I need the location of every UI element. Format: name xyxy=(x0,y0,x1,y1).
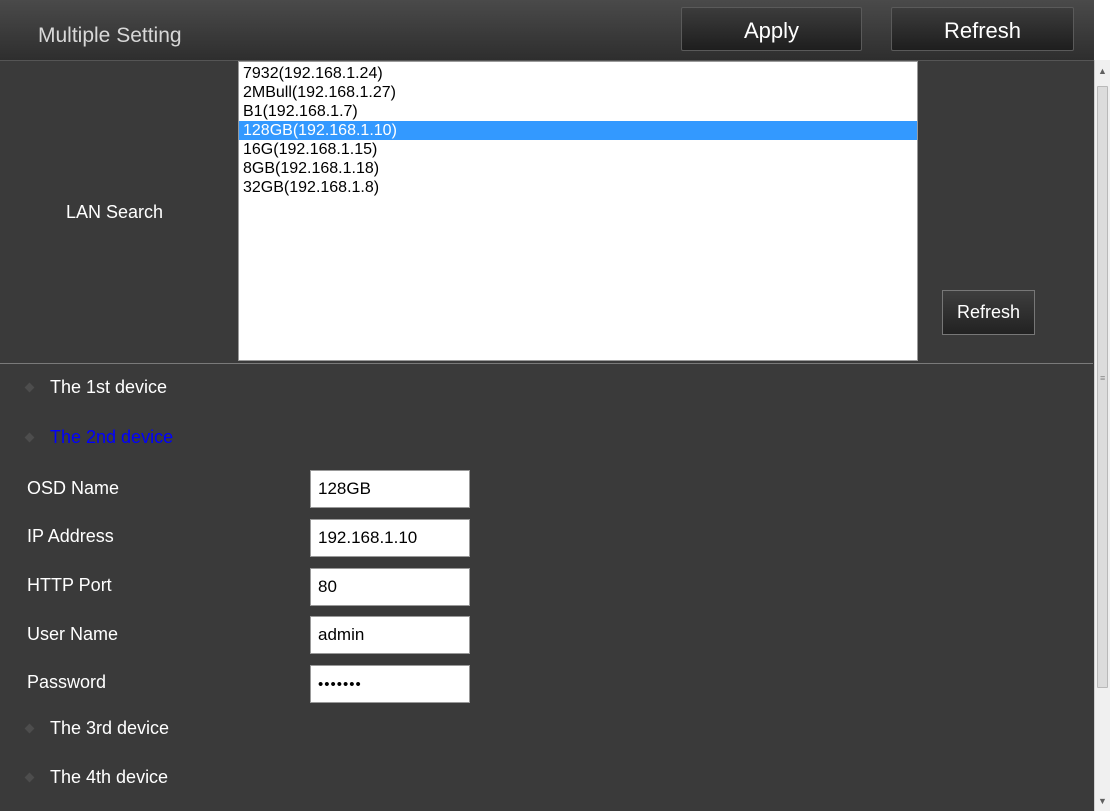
http-port-label: HTTP Port xyxy=(27,575,112,595)
osd-name-input[interactable] xyxy=(310,470,470,508)
user-name-label: User Name xyxy=(27,624,119,644)
device-list[interactable]: 7932(192.168.1.24) 2MBull(192.168.1.27) … xyxy=(238,61,918,361)
device-list-item[interactable]: 7932(192.168.1.24) xyxy=(239,64,917,83)
device-3-label: The 3rd device xyxy=(50,718,170,738)
device-list-item-selected[interactable]: 128GB(192.168.1.10) xyxy=(239,121,917,140)
device-list-item[interactable]: 8GB(192.168.1.18) xyxy=(239,159,917,178)
scrollbar-thumb[interactable]: ≡ xyxy=(1097,86,1108,688)
lan-search-label: LAN Search xyxy=(66,202,164,222)
device-2-label: The 2nd device xyxy=(50,427,174,447)
osd-name-label: OSD Name xyxy=(27,478,120,498)
lan-refresh-button[interactable]: Refresh xyxy=(942,290,1035,335)
page-title: Multiple Setting xyxy=(38,24,182,47)
device-3-header[interactable]: The 3rd device xyxy=(24,718,170,739)
header-refresh-button[interactable]: Refresh xyxy=(891,7,1074,51)
grip-icon: ≡ xyxy=(1100,373,1106,383)
device-1-header[interactable]: The 1st device xyxy=(24,377,168,398)
device-list-item[interactable]: B1(192.168.1.7) xyxy=(239,102,917,121)
device-list-item[interactable]: 2MBull(192.168.1.27) xyxy=(239,83,917,102)
user-name-input[interactable] xyxy=(310,616,470,654)
device-list-item[interactable]: 16G(192.168.1.15) xyxy=(239,140,917,159)
device-4-header[interactable]: The 4th device xyxy=(24,767,169,788)
vertical-scrollbar[interactable]: ▲ ≡ ▼ xyxy=(1094,60,1110,811)
apply-button[interactable]: Apply xyxy=(681,7,862,51)
device-list-item[interactable]: 32GB(192.168.1.8) xyxy=(239,178,917,197)
scrollbar-top-strip xyxy=(1094,0,1110,60)
settings-panel: LAN Search 7932(192.168.1.24) 2MBull(192… xyxy=(0,61,1093,811)
header-bar: Multiple Setting Apply Refresh xyxy=(0,0,1094,61)
password-label: Password xyxy=(27,672,107,692)
ip-address-input[interactable] xyxy=(310,519,470,557)
bullet-icon xyxy=(24,772,35,783)
password-input[interactable] xyxy=(310,665,470,703)
bullet-icon xyxy=(24,723,35,734)
scroll-down-icon[interactable]: ▼ xyxy=(1095,794,1110,809)
lan-search-row: LAN Search 7932(192.168.1.24) 2MBull(192… xyxy=(0,61,1093,364)
ip-address-label: IP Address xyxy=(27,526,114,546)
device-1-label: The 1st device xyxy=(50,377,168,397)
device-2-header[interactable]: The 2nd device xyxy=(24,427,174,448)
scroll-up-icon[interactable]: ▲ xyxy=(1095,64,1110,79)
bullet-icon xyxy=(24,432,35,443)
bullet-icon xyxy=(24,382,35,393)
device-4-label: The 4th device xyxy=(50,767,169,787)
http-port-input[interactable] xyxy=(310,568,470,606)
